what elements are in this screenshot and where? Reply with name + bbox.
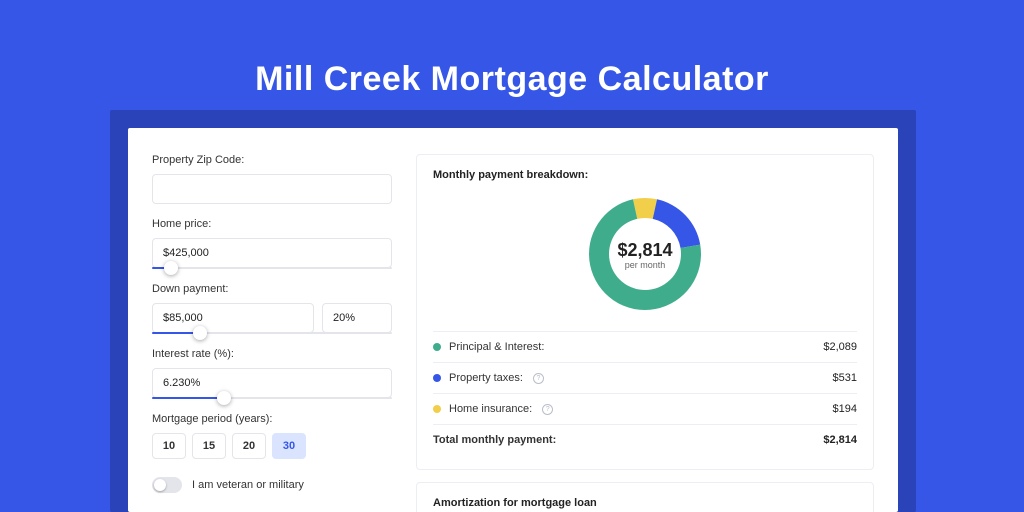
donut-center-amount: $2,814: [617, 240, 672, 260]
results-column: Monthly payment breakdown: $2,814 per mo…: [416, 154, 874, 512]
info-icon[interactable]: ?: [533, 373, 544, 384]
amortization-panel: Amortization for mortgage loan Amortizat…: [416, 482, 874, 512]
veteran-toggle-label: I am veteran or military: [192, 479, 304, 491]
legend-dot-principal: [433, 343, 441, 351]
legend-label-total: Total monthly payment:: [433, 434, 556, 446]
legend-label-insurance: Home insurance:: [449, 403, 532, 415]
period-option-30[interactable]: 30: [272, 433, 306, 459]
veteran-toggle[interactable]: [152, 477, 182, 493]
donut-chart-svg: $2,814 per month: [582, 191, 708, 317]
down-payment-input[interactable]: [152, 303, 314, 333]
interest-slider[interactable]: [152, 397, 392, 399]
veteran-toggle-row: I am veteran or military: [152, 477, 392, 493]
home-price-field-group: Home price:: [152, 218, 392, 269]
home-price-input[interactable]: [152, 238, 392, 268]
period-option-20[interactable]: 20: [232, 433, 266, 459]
home-price-label: Home price:: [152, 218, 392, 230]
donut-center-sub: per month: [625, 260, 666, 270]
down-payment-slider[interactable]: [152, 332, 392, 334]
legend-row-principal: Principal & Interest: $2,089: [433, 331, 857, 362]
legend-value-taxes: $531: [833, 372, 857, 384]
down-payment-label: Down payment:: [152, 283, 392, 295]
zip-input[interactable]: [152, 174, 392, 204]
interest-input[interactable]: [152, 368, 392, 398]
home-price-slider-thumb[interactable]: [164, 261, 178, 275]
down-payment-field-group: Down payment:: [152, 283, 392, 334]
legend-row-taxes: Property taxes: ? $531: [433, 362, 857, 393]
donut-chart: $2,814 per month: [433, 191, 857, 317]
down-payment-slider-thumb[interactable]: [193, 326, 207, 340]
interest-label: Interest rate (%):: [152, 348, 392, 360]
legend-row-insurance: Home insurance: ? $194: [433, 393, 857, 424]
zip-field-group: Property Zip Code:: [152, 154, 392, 204]
legend-label-principal: Principal & Interest:: [449, 341, 544, 353]
interest-field-group: Interest rate (%):: [152, 348, 392, 399]
down-payment-pct-input[interactable]: [322, 303, 392, 333]
interest-slider-thumb[interactable]: [217, 391, 231, 405]
donut-segment-insurance: [633, 198, 657, 219]
form-panel: Property Zip Code: Home price: Down paym…: [152, 154, 392, 512]
legend-dot-taxes: [433, 374, 441, 382]
legend-label-taxes: Property taxes:: [449, 372, 523, 384]
period-option-15[interactable]: 15: [192, 433, 226, 459]
period-option-10[interactable]: 10: [152, 433, 186, 459]
legend-row-total: Total monthly payment: $2,814: [433, 424, 857, 455]
period-field-group: Mortgage period (years): 10 15 20 30: [152, 413, 392, 459]
legend-dot-insurance: [433, 405, 441, 413]
period-label: Mortgage period (years):: [152, 413, 392, 425]
zip-label: Property Zip Code:: [152, 154, 392, 166]
amortization-title: Amortization for mortgage loan: [433, 497, 857, 509]
info-icon[interactable]: ?: [542, 404, 553, 415]
home-price-slider[interactable]: [152, 267, 392, 269]
interest-slider-fill: [152, 397, 224, 399]
calculator-app: Property Zip Code: Home price: Down paym…: [128, 128, 898, 512]
legend-value-total: $2,814: [823, 434, 857, 446]
legend-value-insurance: $194: [833, 403, 857, 415]
page-title: Mill Creek Mortgage Calculator: [0, 60, 1024, 99]
breakdown-title: Monthly payment breakdown:: [433, 169, 857, 181]
breakdown-panel: Monthly payment breakdown: $2,814 per mo…: [416, 154, 874, 470]
legend-value-principal: $2,089: [823, 341, 857, 353]
period-row: 10 15 20 30: [152, 433, 392, 459]
veteran-toggle-knob: [154, 479, 166, 491]
